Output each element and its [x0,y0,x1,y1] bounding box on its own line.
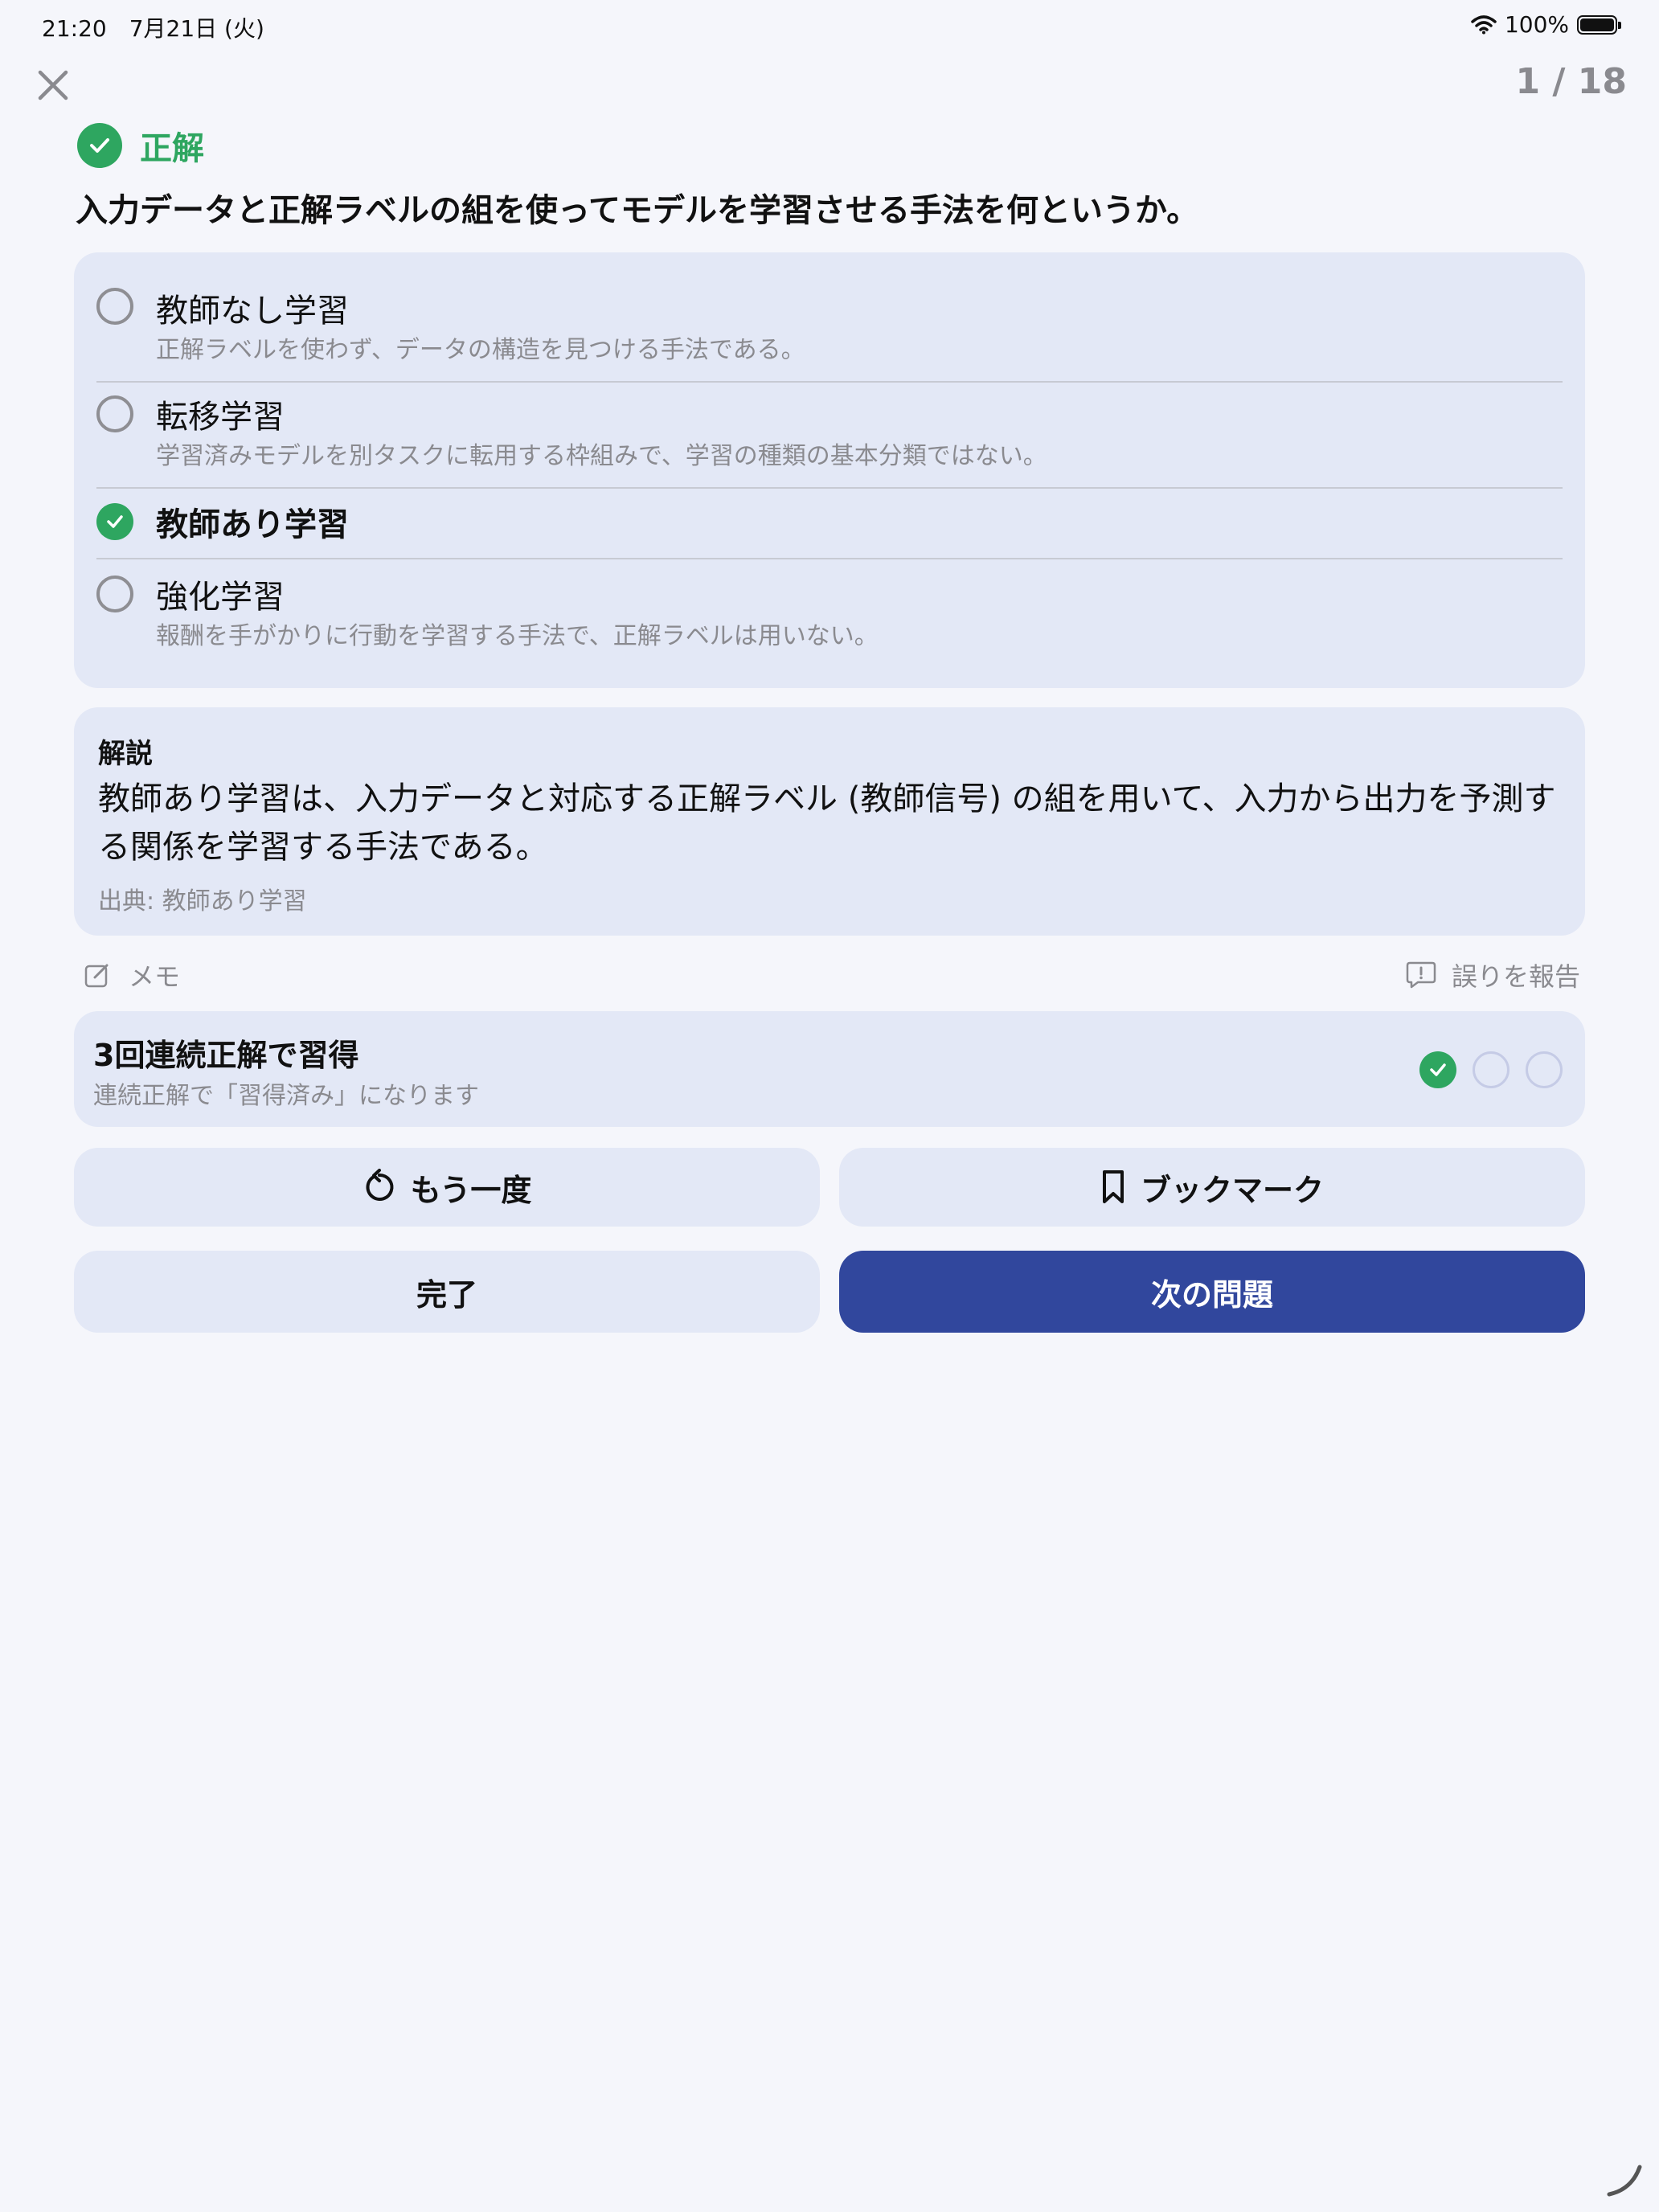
report-label: 誤りを報告 [1451,961,1580,992]
option-title: 教師あり学習 [156,506,349,543]
close-button[interactable] [29,61,77,109]
radio-unchecked-icon [96,576,133,612]
option-title: 強化学習 [156,579,285,616]
streak-indicator [1419,1051,1563,1088]
radio-unchecked-icon [96,395,133,432]
edit-note-icon [84,964,109,988]
bookmark-button[interactable]: ブックマーク [839,1148,1585,1227]
streak-dot-empty [1526,1051,1563,1088]
option-title: 転移学習 [156,399,285,436]
bookmark-icon [1102,1170,1124,1203]
mastery-title: 3回連続正解で習得 [93,1038,359,1073]
option-unsupervised[interactable]: 教師なし学習 正解ラベルを使わず、データの構造を見つける手法である。 [96,280,1563,364]
retry-button[interactable]: もう一度 [74,1148,820,1227]
next-question-label: 次の問題 [1150,1276,1273,1313]
checkmark-circle-icon [77,123,122,168]
result-indicator: 正解 [77,122,204,169]
retry-icon [366,1169,393,1201]
divider [96,487,1563,489]
option-title: 教師なし学習 [156,293,349,330]
result-label: 正解 [140,130,204,167]
bookmark-label: ブックマーク [1140,1172,1324,1208]
question-progress: 1 / 18 [1515,61,1627,102]
explanation-source: 出典: 教師あり学習 [98,887,307,916]
streak-dot-empty [1473,1051,1509,1088]
explanation-body: 教師あり学習は、入力データと対応する正解ラベル (教師信号) の組を用いて、入力… [98,780,1556,866]
question-text: 入力データと正解ラベルの組を使ってモデルを学習させる手法を何というか。 [76,192,1199,229]
report-error-button[interactable]: 誤りを報告 [1405,956,1580,993]
retry-label: もう一度 [410,1172,532,1208]
option-supervised[interactable]: 教師あり学習 [96,497,1563,553]
radio-unchecked-icon [96,288,133,325]
divider [96,558,1563,559]
battery-percent: 100% [1504,11,1569,38]
battery-icon [1577,14,1621,35]
streak-dot-done [1419,1051,1456,1088]
divider [96,381,1563,383]
options-card: 教師なし学習 正解ラベルを使わず、データの構造を見つける手法である。 転移学習 … [74,252,1585,688]
report-bubble-icon [1406,961,1436,989]
done-button[interactable]: 完了 [74,1251,820,1333]
mastery-subtitle: 連続正解で「習得済み」になります [93,1082,479,1110]
wifi-icon [1471,14,1497,34]
done-label: 完了 [416,1276,477,1313]
status-indicators: 100% [1471,11,1621,38]
option-description: 学習済みモデルを別タスクに転用する枠組みで、学習の種類の基本分類ではない。 [156,442,1047,470]
close-icon [38,70,68,100]
explanation-card: 解説 教師あり学習は、入力データと対応する正解ラベル (教師信号) の組を用いて… [74,707,1585,936]
option-description: 正解ラベルを使わず、データの構造を見つける手法である。 [156,336,805,364]
mastery-card: 3回連続正解で習得 連続正解で「習得済み」になります [74,1011,1585,1127]
status-time: 21:20 7月21日 (火) [42,15,264,42]
explanation-heading: 解説 [98,738,153,770]
home-indicator-icon [1607,2165,1642,2197]
battery-fill [1580,18,1614,31]
option-transfer[interactable]: 転移学習 学習済みモデルを別タスクに転用する枠組みで、学習の種類の基本分類ではな… [96,387,1563,470]
memo-label: メモ [129,961,181,992]
option-description: 報酬を手がかりに行動を学習する手法で、正解ラベルは用いない。 [156,622,879,650]
next-question-button[interactable]: 次の問題 [839,1251,1585,1333]
option-reinforcement[interactable]: 強化学習 報酬を手がかりに行動を学習する手法で、正解ラベルは用いない。 [96,567,1563,656]
radio-checked-icon [96,503,133,540]
memo-button[interactable]: メモ [84,956,180,993]
